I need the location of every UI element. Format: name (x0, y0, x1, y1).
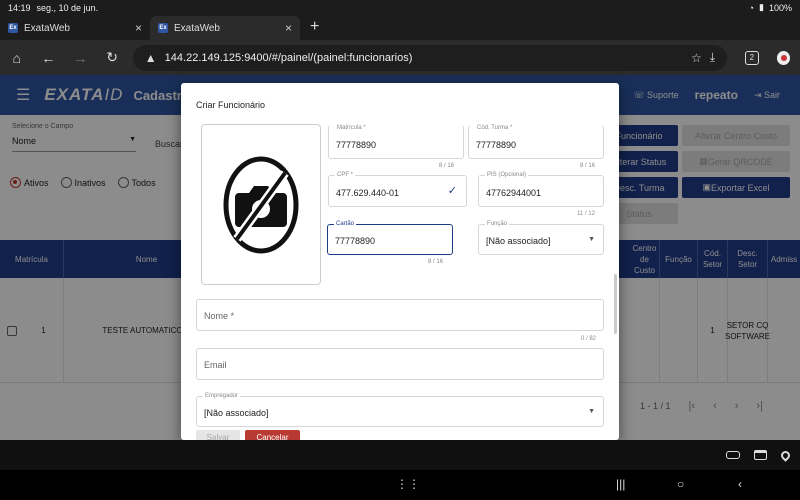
pis-field[interactable]: PIS (Opcional) 47762944001 (478, 172, 604, 207)
browser-tab-active[interactable]: Ex ExataWeb × (150, 16, 300, 40)
empregador-value: [Não associado] (204, 408, 269, 418)
status-date: seg., 10 de jun. (36, 2, 99, 13)
cod-turma-hint: 8 / 16 (580, 163, 596, 169)
cartao-hint: 8 / 16 (428, 259, 444, 265)
cod-turma-label: Cód. Turma * (475, 125, 515, 131)
dialog-title: Criar Funcionário (196, 100, 266, 110)
location-icon[interactable] (779, 448, 792, 462)
matricula-value: 77778890 (336, 140, 377, 150)
home-circle-icon[interactable]: ○ (677, 477, 684, 491)
matricula-field[interactable]: Matrícula * 77778890 (328, 125, 464, 159)
key-icon[interactable] (726, 451, 740, 459)
empregador-label: Empregador (203, 393, 241, 399)
card-icon[interactable] (754, 450, 767, 460)
pis-value: 47762944001 (486, 188, 542, 198)
cod-turma-field[interactable]: Cód. Turma * 77778890 (468, 125, 604, 159)
battery-level: 100% (768, 2, 792, 13)
create-employee-dialog: Criar Funcionário Matrícula * 77778890 8… (181, 83, 619, 440)
extension-icon[interactable] (776, 50, 790, 65)
email-field[interactable]: Email (196, 348, 604, 380)
photo-upload[interactable] (201, 124, 321, 285)
cartao-value: 77778890 (335, 236, 376, 246)
reload-icon[interactable]: ↻ (105, 49, 118, 66)
browser-tab-strip: Ex ExataWeb × Ex ExataWeb × + (0, 15, 800, 40)
cartao-label: Cartão (334, 221, 357, 227)
forward-icon[interactable]: → (73, 50, 87, 66)
tab-switcher-icon[interactable]: 2 (745, 50, 759, 65)
nome-field[interactable]: Nome * (196, 299, 604, 331)
cartao-field[interactable]: Cartão 77778890 (327, 221, 453, 255)
apps-grid-icon[interactable]: ⋮⋮ (396, 477, 420, 491)
recents-icon[interactable]: ||| (616, 477, 625, 491)
download-icon[interactable]: ⤓ (710, 50, 715, 65)
check-icon: ✓ (447, 185, 457, 197)
home-icon[interactable]: ⌂ (10, 50, 23, 66)
url-text: 144.22.149.125:9400/#/painel/(painel:fun… (164, 51, 413, 64)
no-camera-icon (223, 156, 299, 253)
funcao-label: Função (485, 221, 510, 227)
back-icon[interactable]: ← (41, 50, 55, 66)
favicon-icon: Ex (158, 23, 168, 33)
warning-icon[interactable]: ▲ (145, 51, 157, 65)
pis-hint: 11 / 12 (577, 211, 595, 217)
star-icon[interactable]: ☆ (691, 51, 702, 65)
cod-turma-value: 77778890 (476, 140, 517, 150)
system-status-bar: 14:19 seg., 10 de jun. ◔ ▮ 100% (0, 0, 800, 15)
matricula-hint: 8 / 16 (439, 163, 455, 169)
chevron-down-icon: ▼ (588, 408, 595, 415)
browser-toolbar: ⌂ ← → ↻ ▲ 144.22.149.125:9400/#/painel/(… (0, 40, 800, 75)
status-time: 14:19 (8, 2, 31, 13)
funcao-value: [Não associado] (486, 236, 551, 246)
close-icon[interactable]: × (135, 21, 142, 35)
cpf-field[interactable]: CPF * 477.629.440-01 ✓ (328, 172, 467, 207)
cpf-label: CPF * (335, 172, 356, 178)
nome-placeholder: Nome * (204, 311, 235, 321)
browser-tab[interactable]: Ex ExataWeb × (0, 16, 150, 40)
chevron-down-icon: ▼ (588, 236, 595, 243)
funcao-select[interactable]: Função [Não associado] ▼ (478, 221, 604, 255)
nome-hint: 0 / 82 (581, 336, 597, 342)
tab-title: ExataWeb (24, 22, 70, 34)
cancelar-button[interactable]: Cancelar (245, 430, 300, 440)
android-nav-bar: ⋮⋮ ||| ○ ‹ (0, 470, 800, 500)
browser-bottom-bar (0, 440, 800, 470)
nav-back-icon[interactable]: ‹ (738, 477, 742, 491)
salvar-button[interactable]: Salvar (196, 430, 240, 440)
tab-title: ExataWeb (174, 22, 220, 34)
pis-label: PIS (Opcional) (485, 172, 529, 178)
dialog-scrollbar[interactable] (614, 274, 617, 334)
address-bar[interactable]: ▲ 144.22.149.125:9400/#/painel/(painel:f… (132, 44, 728, 71)
email-placeholder: Email (204, 360, 227, 370)
favicon-icon: Ex (8, 23, 18, 33)
wifi-icon: ◔ (748, 2, 755, 13)
close-icon[interactable]: × (285, 21, 292, 35)
cpf-value: 477.629.440-01 (336, 188, 400, 198)
matricula-label: Matrícula * (335, 125, 368, 131)
new-tab-icon[interactable]: + (300, 18, 329, 40)
battery-icon: ▮ (759, 2, 764, 12)
empregador-select[interactable]: Empregador [Não associado] ▼ (196, 393, 604, 427)
